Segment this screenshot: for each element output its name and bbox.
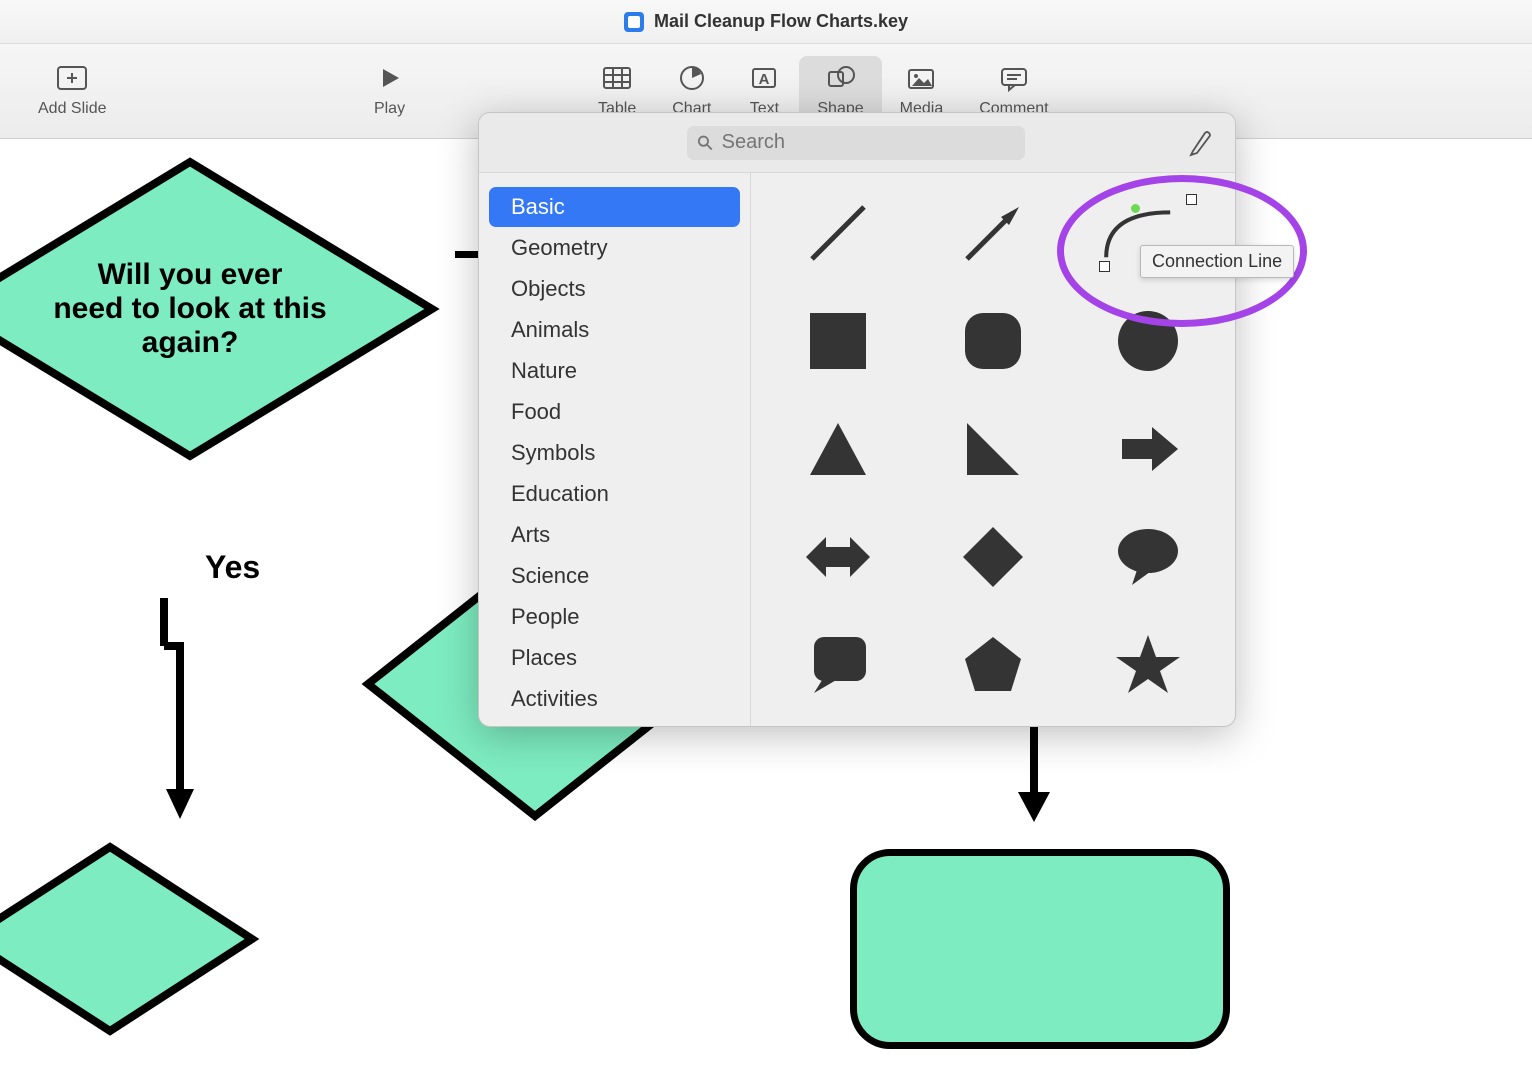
category-education[interactable]: Education (489, 474, 740, 514)
popover-header (479, 113, 1235, 173)
flowchart-decision-1[interactable]: Will you ever need to look at this again… (0, 154, 440, 464)
shape-circle[interactable] (1090, 301, 1205, 381)
play-icon (373, 64, 407, 92)
shape-pentagon[interactable] (936, 625, 1051, 705)
shape-category-list: Basic Geometry Objects Animals Nature Fo… (479, 173, 751, 726)
connection-handle-icon (1099, 261, 1110, 272)
window-title-bar: Mail Cleanup Flow Charts.key (0, 0, 1532, 44)
shape-arrow-line[interactable] (936, 193, 1051, 273)
shape-right-triangle[interactable] (936, 409, 1051, 489)
category-objects[interactable]: Objects (489, 269, 740, 309)
window-title: Mail Cleanup Flow Charts.key (654, 11, 908, 32)
connector-arrow-1[interactable] (160, 594, 200, 829)
play-label: Play (374, 100, 405, 118)
category-arts[interactable]: Arts (489, 515, 740, 555)
category-science[interactable]: Science (489, 556, 740, 596)
shape-tooltip: Connection Line (1140, 245, 1294, 278)
shape-search-box[interactable] (687, 126, 1025, 160)
text-icon: A (747, 64, 781, 92)
table-icon (600, 64, 634, 92)
shape-square[interactable] (781, 301, 896, 381)
comment-icon (997, 64, 1031, 92)
flowchart-decision-3[interactable] (0, 839, 260, 1039)
shape-speech-bubble[interactable] (1090, 517, 1205, 597)
add-slide-icon (55, 64, 89, 92)
flowchart-label-yes[interactable]: Yes (205, 549, 260, 586)
category-people[interactable]: People (489, 597, 740, 637)
pen-tool-button[interactable] (1187, 129, 1215, 157)
shape-diamond[interactable] (936, 517, 1051, 597)
connection-midpoint-icon (1131, 204, 1140, 213)
shape-callout-square[interactable] (781, 625, 896, 705)
category-animals[interactable]: Animals (489, 310, 740, 350)
add-slide-label: Add Slide (38, 100, 107, 118)
media-icon (904, 64, 938, 92)
add-slide-button[interactable]: Add Slide (20, 56, 125, 126)
category-symbols[interactable]: Symbols (489, 433, 740, 473)
shape-star[interactable] (1090, 625, 1205, 705)
category-food[interactable]: Food (489, 392, 740, 432)
category-geometry[interactable]: Geometry (489, 228, 740, 268)
category-activities[interactable]: Activities (489, 679, 740, 719)
svg-text:A: A (759, 71, 770, 88)
shape-arrow-right[interactable] (1090, 409, 1205, 489)
shape-popover: Basic Geometry Objects Animals Nature Fo… (478, 112, 1236, 727)
shape-search-input[interactable] (722, 131, 1015, 154)
shape-line[interactable] (781, 193, 896, 273)
shape-double-arrow[interactable] (781, 517, 896, 597)
play-button[interactable]: Play (355, 56, 425, 126)
flowchart-process-box[interactable] (850, 849, 1230, 1049)
shape-triangle[interactable] (781, 409, 896, 489)
connection-handle-icon (1186, 194, 1197, 205)
search-icon (697, 134, 714, 152)
category-places[interactable]: Places (489, 638, 740, 678)
chart-icon (675, 64, 709, 92)
category-nature[interactable]: Nature (489, 351, 740, 391)
decision-1-text: Will you ever need to look at this again… (53, 258, 326, 360)
shape-rounded-square[interactable] (936, 301, 1051, 381)
shape-icon (824, 64, 858, 92)
category-basic[interactable]: Basic (489, 187, 740, 227)
keynote-file-icon (624, 12, 644, 32)
